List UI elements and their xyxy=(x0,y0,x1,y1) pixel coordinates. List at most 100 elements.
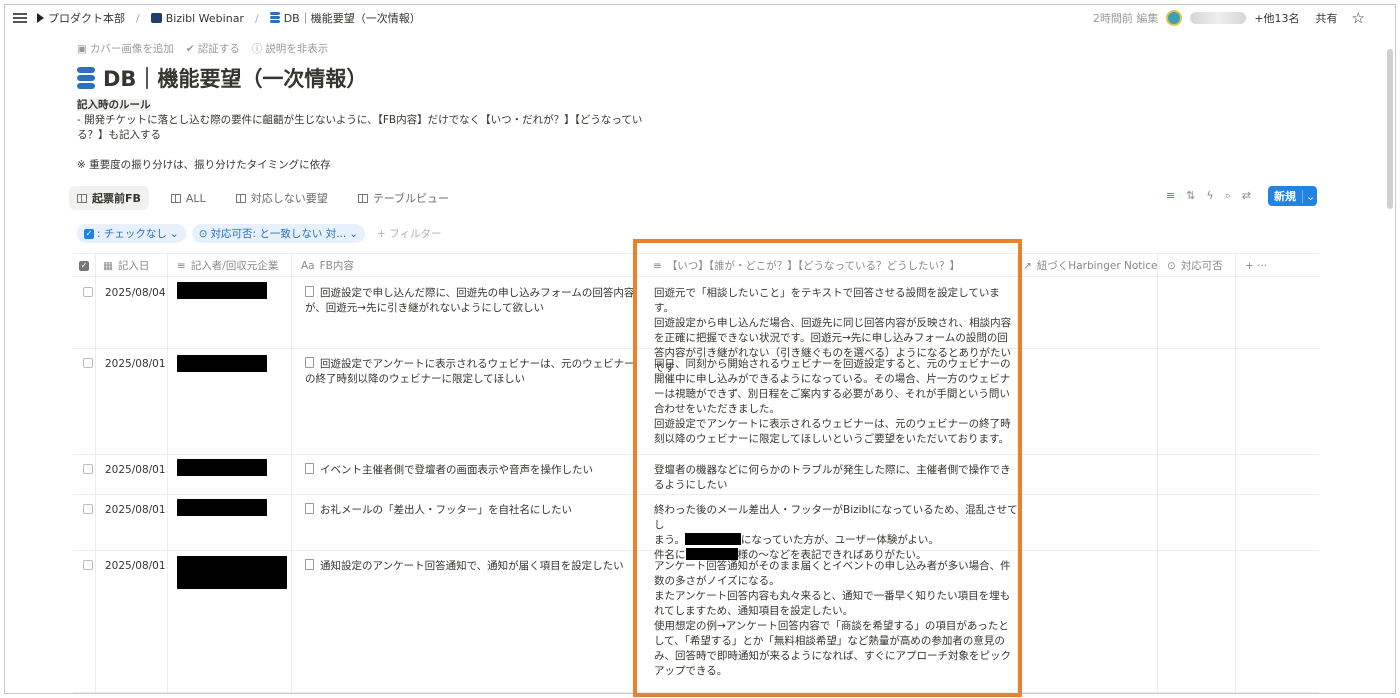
redacted-person xyxy=(177,282,267,299)
fb-cell[interactable]: 回遊設定で申し込んだ際に、回遊先の申し込みフォームの回答内容が、回遊元→先に引き… xyxy=(305,286,635,316)
breadcrumb-item-1[interactable]: プロダクト本部 xyxy=(48,10,125,26)
document-icon xyxy=(305,286,314,297)
redacted-company xyxy=(684,533,741,545)
table-row[interactable]: 2025/08/01 回遊設定でアンケートに表示されるウェビナーは、元のウェビナ… xyxy=(73,349,1319,455)
others-count[interactable]: +他13名 xyxy=(1254,10,1299,26)
column-header-feasibility[interactable]: ⊙ 対応可否 xyxy=(1167,254,1223,277)
description-line: - 開発チケットに落とし込む際の要件に齟齬が生じないように、【FB内容】だけでな… xyxy=(77,114,643,126)
row-checkbox[interactable] xyxy=(83,287,93,297)
row-checkbox[interactable] xyxy=(83,358,93,368)
row-checkbox[interactable] xyxy=(83,464,93,474)
redacted-person xyxy=(177,355,267,372)
breadcrumb-separator: / xyxy=(254,11,259,25)
description-line: る？】も記入する xyxy=(77,129,161,141)
add-filter-button[interactable]: + フィルター xyxy=(377,226,441,241)
image-icon: ▣ xyxy=(77,43,87,55)
settings-icon[interactable]: ⇄ xyxy=(1242,189,1251,203)
menu-icon[interactable] xyxy=(13,13,27,23)
date-cell[interactable]: 2025/08/01 xyxy=(105,559,166,574)
share-button[interactable]: 共有 xyxy=(1316,10,1338,26)
date-cell[interactable]: 2025/08/04 xyxy=(105,286,166,301)
context-cell[interactable]: アンケート回答通知がそのまま届くとイベントの申し込み者が多い場合、件数の多さがノ… xyxy=(654,559,1018,679)
date-cell[interactable]: 2025/08/01 xyxy=(105,463,166,478)
top-right-controls: 2時間前 編集 +他13名 共有 ☆ xyxy=(1093,5,1365,31)
filter-bar: ✓ : チェックなし ⌄ ⊙ 対応可否: と一致しない 対... ⌄ + フィル… xyxy=(77,224,441,243)
fb-cell[interactable]: イベント主催者側で登壇者の画面表示や音声を操作したい xyxy=(305,463,635,478)
verify-button[interactable]: ✔ 認証する xyxy=(186,41,240,56)
view-tab-ignored[interactable]: 対応しない要望 xyxy=(228,186,336,210)
table-icon xyxy=(170,193,181,203)
column-header-date[interactable]: ▦ 記入日 xyxy=(103,254,149,277)
vertical-scrollbar[interactable] xyxy=(1387,49,1393,209)
page-description[interactable]: 記入時のルール - 開発チケットに落とし込む際の要件に齟齬が生じないように、【F… xyxy=(77,98,647,173)
column-header-fb[interactable]: Aa FB内容 xyxy=(301,254,354,277)
relation-icon: ↗ xyxy=(1023,259,1032,272)
text-icon: ≡ xyxy=(653,259,662,272)
view-tab-prefb[interactable]: 起票前FB xyxy=(69,186,149,210)
column-header-harbinger[interactable]: ↗ 紐づくHarbinger Notice xyxy=(1023,254,1158,277)
fb-cell[interactable]: お礼メールの「差出人・フッター」を自社名にしたい xyxy=(305,503,635,518)
view-toolbar: ≡ ⇅ ϟ ⌕ ⇄ xyxy=(1166,189,1251,203)
table-icon xyxy=(235,193,246,203)
chevron-down-icon: ⌄ xyxy=(169,227,179,240)
calendar-icon: ▦ xyxy=(103,259,113,272)
add-column-button[interactable]: + ··· xyxy=(1245,254,1267,277)
table-row[interactable]: 2025/08/01 お礼メールの「差出人・フッター」を自社名にしたい 終わった… xyxy=(73,495,1319,561)
view-tab-table[interactable]: テーブルビュー xyxy=(350,186,457,210)
app-window: プロダクト本部 / Bizibl Webinar / DB｜機能要望（一次情報）… xyxy=(4,4,1396,694)
filter-chip-check[interactable]: ✓ : チェックなし ⌄ xyxy=(77,224,186,243)
view-tab-all[interactable]: ALL xyxy=(163,188,214,209)
search-icon[interactable]: ⌕ xyxy=(1225,189,1231,203)
page-icon xyxy=(150,13,162,23)
table-row[interactable]: 2025/08/04 回遊設定で申し込んだ際に、回遊先の申し込みフォームの回答内… xyxy=(73,278,1319,374)
automation-icon[interactable]: ϟ xyxy=(1206,189,1213,203)
description-note: ※ 重要度の振り分けは、振り分けたタイミングに依存 xyxy=(77,159,331,171)
document-icon xyxy=(305,503,314,514)
select-all-checkbox[interactable]: ✓ xyxy=(79,254,89,277)
check-circle-icon: ✔ xyxy=(185,43,195,55)
title-icon: Aa xyxy=(301,259,315,272)
top-bar: プロダクト本部 / Bizibl Webinar / DB｜機能要望（一次情報）… xyxy=(5,5,1395,31)
fb-cell[interactable]: 回遊設定でアンケートに表示されるウェビナーは、元のウェビナーの終了時刻以降のウェ… xyxy=(305,357,635,387)
edited-time: 2時間前 編集 xyxy=(1092,12,1159,25)
breadcrumb: プロダクト本部 / Bizibl Webinar / DB｜機能要望（一次情報） xyxy=(37,10,421,26)
document-icon xyxy=(305,463,314,474)
page-actions: ▣ カバー画像を追加 ✔ 認証する ⓘ 説明を非表示 xyxy=(77,41,328,56)
row-checkbox[interactable] xyxy=(83,560,93,570)
date-cell[interactable]: 2025/08/01 xyxy=(105,503,166,518)
checkbox-icon: ✓ xyxy=(84,228,94,239)
document-icon xyxy=(305,559,314,570)
context-cell[interactable]: 同日、同刻から開始されるウェビナーを回遊設定すると、元のウェビナーの開催中に申し… xyxy=(654,357,1018,447)
status-icon: ⊙ xyxy=(1167,259,1176,272)
database-icon xyxy=(269,12,280,24)
column-header-context[interactable]: ≡ 【いつ】【誰が・どこが？】【どうなっている？どうしたい？】 xyxy=(653,254,960,277)
breadcrumb-separator: / xyxy=(136,11,140,25)
table-icon xyxy=(357,193,368,203)
column-header-person[interactable]: ≡ 記入者/回収元企業 xyxy=(177,254,278,277)
checkbox-icon: ✓ xyxy=(79,260,89,271)
filter-chip-feasibility[interactable]: ⊙ 対応可否: と一致しない 対... ⌄ xyxy=(191,224,366,243)
document-icon xyxy=(305,357,314,368)
star-icon[interactable]: ☆ xyxy=(1352,9,1365,27)
add-cover-button[interactable]: ▣ カバー画像を追加 xyxy=(77,41,174,56)
fb-cell[interactable]: 通知設定のアンケート回答通知で、通知が届く項目を設定したい xyxy=(305,559,635,574)
breadcrumb-item-2[interactable]: Bizibl Webinar xyxy=(166,12,244,25)
filter-icon[interactable]: ≡ xyxy=(1166,189,1175,203)
row-checkbox[interactable] xyxy=(83,504,93,514)
status-icon: ⊙ xyxy=(198,227,208,240)
avatar[interactable] xyxy=(1166,10,1183,26)
info-icon: ⓘ xyxy=(251,43,263,55)
rule-heading: 記入時のルール xyxy=(77,99,151,111)
breadcrumb-item-3[interactable]: DB｜機能要望（一次情報） xyxy=(284,10,421,26)
chevron-down-icon[interactable]: ⌄ xyxy=(1302,189,1315,203)
redacted-person xyxy=(177,499,267,516)
new-button[interactable]: 新規 ⌄ xyxy=(1268,186,1317,206)
sort-icon[interactable]: ⇅ xyxy=(1186,189,1195,203)
table-row[interactable]: 2025/08/01 イベント主催者側で登壇者の画面表示や音声を操作したい 登壇… xyxy=(73,455,1319,495)
hide-description-button[interactable]: ⓘ 説明を非表示 xyxy=(252,41,329,56)
context-cell[interactable]: 登壇者の機器などに何らかのトラブルが発生した際に、主催者側で操作できるようにした… xyxy=(654,463,1018,493)
table-header: ✓ ▦ 記入日 ≡ 記入者/回収元企業 Aa FB内容 ≡ 【いつ】【誰が・どこが？】【… xyxy=(73,253,1319,277)
date-cell[interactable]: 2025/08/01 xyxy=(105,357,166,372)
table-row[interactable]: 2025/08/01 通知設定のアンケート回答通知で、通知が届く項目を設定したい… xyxy=(73,551,1319,693)
page-title[interactable]: DB｜機能要望（一次情報） xyxy=(77,63,367,93)
